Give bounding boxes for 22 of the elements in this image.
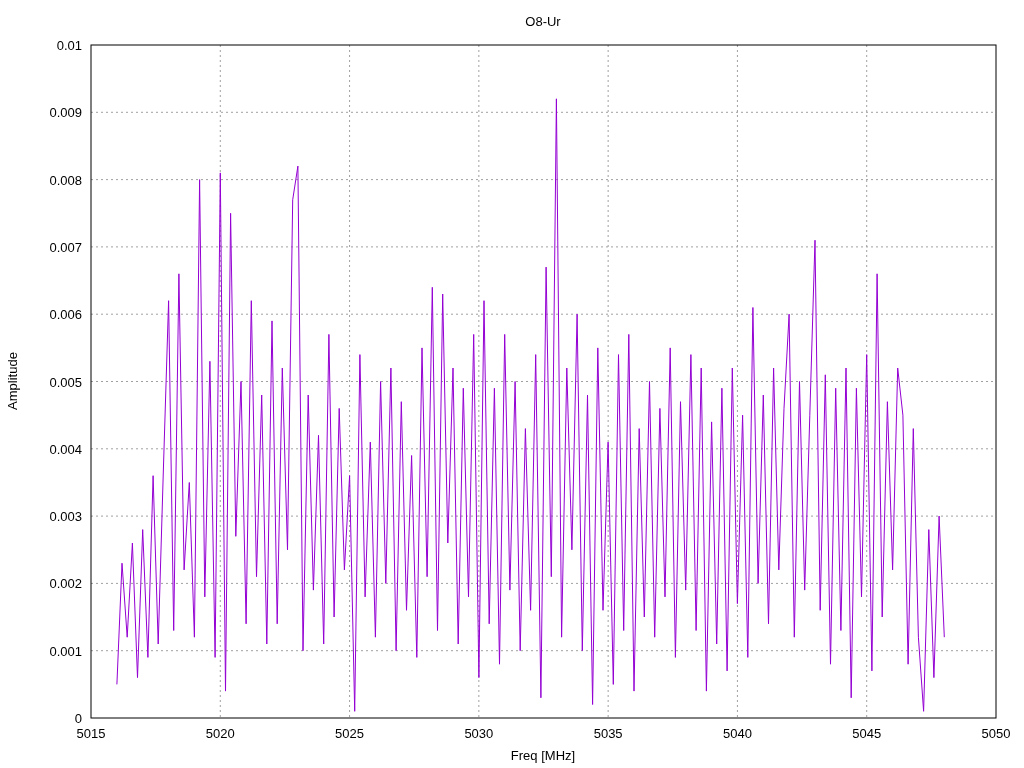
y-tick-label: 0.001 [49,643,82,659]
x-tick-label: 5035 [593,726,623,741]
y-tick-label: 0.01 [56,38,82,53]
y-tick-label: 0.008 [49,172,82,188]
x-tick-label: 5050 [981,726,1011,741]
y-axis-label: Amplitude [5,352,20,410]
x-tick-label: 5040 [722,726,752,741]
y-tick-label: 0.006 [49,307,82,323]
y-tick-label: 0.003 [49,509,82,525]
chart-title: O8-Ur [525,14,561,29]
y-tick-label: 0.005 [49,374,82,390]
x-tick-label: 5025 [335,726,365,741]
x-axis-label: Freq [MHz] [510,748,576,763]
y-tick-label: 0 [74,711,82,726]
x-tick-label: 5045 [852,726,882,741]
y-tick-label: 0.007 [49,239,82,255]
x-tick-label: 5015 [76,726,106,741]
y-tick-label: 0.004 [49,441,82,457]
x-tick-label: 5030 [464,726,494,741]
y-tick-label: 0.002 [49,576,82,592]
y-tick-label: 0.009 [49,105,82,121]
x-tick-label: 5020 [205,726,235,741]
